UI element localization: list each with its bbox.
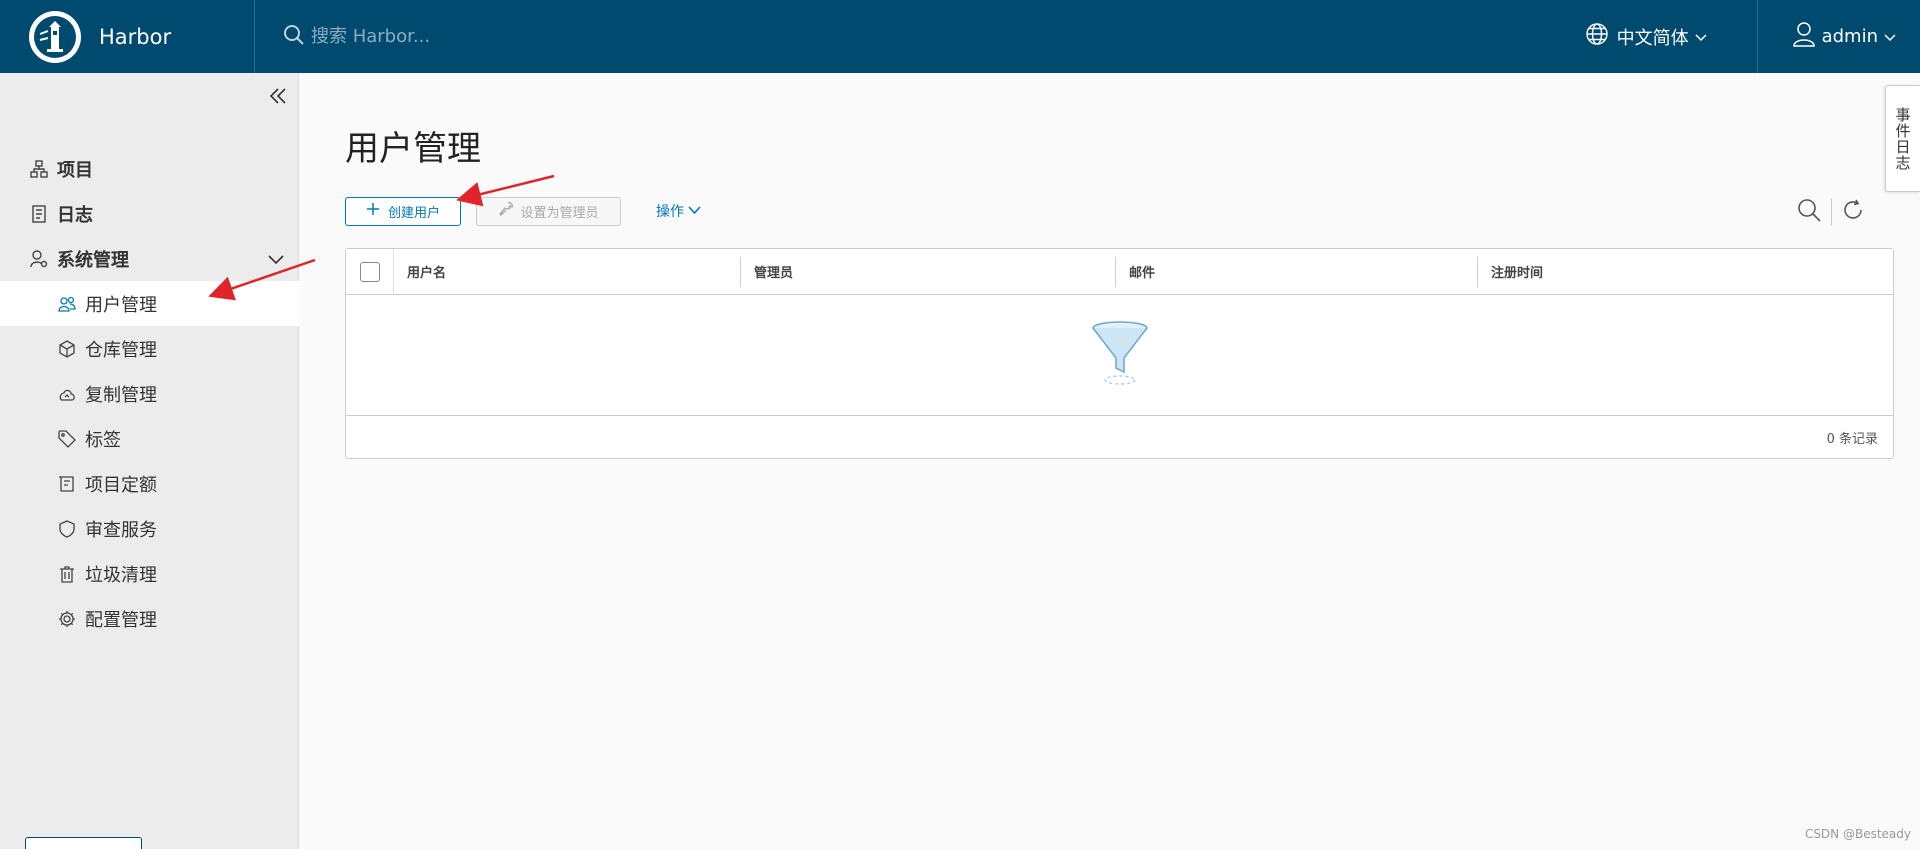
language-label: 中文简体 bbox=[1616, 27, 1689, 49]
sidebar-item-project-quotas[interactable]: 项目定额 bbox=[0, 461, 299, 506]
sidebar-item-label: 项目 bbox=[57, 159, 93, 181]
grid-tools bbox=[1797, 197, 1864, 227]
search-icon bbox=[283, 24, 305, 50]
toolbar: 创建用户 设置为管理员 操作 bbox=[345, 196, 701, 226]
language-selector[interactable]: 中文简体 bbox=[1585, 0, 1758, 73]
empty-funnel-icon bbox=[1090, 320, 1150, 390]
sidebar-item-label: 标签 bbox=[85, 429, 121, 451]
sidebar-item-configuration[interactable]: 配置管理 bbox=[0, 596, 299, 641]
actions-dropdown[interactable]: 操作 bbox=[656, 201, 701, 221]
chevron-down-icon bbox=[688, 203, 701, 219]
chevron-down-icon bbox=[1884, 26, 1896, 47]
sidebar-item-label: 垃圾清理 bbox=[85, 564, 157, 586]
chevron-down-icon bbox=[1695, 26, 1707, 47]
system-admin-icon bbox=[29, 249, 49, 269]
table-header: 用户名 管理员 邮件 注册时间 bbox=[346, 248, 1893, 295]
sidebar-item-label: 系统管理 bbox=[57, 249, 129, 271]
sidebar-item-interrogation-services[interactable]: 审查服务 bbox=[0, 506, 299, 551]
column-header-admin[interactable]: 管理员 bbox=[740, 249, 1115, 295]
api-explorer-button[interactable] bbox=[25, 837, 142, 849]
registry-icon bbox=[57, 339, 77, 359]
cloud-replication-icon bbox=[57, 384, 77, 404]
search-input[interactable] bbox=[311, 26, 711, 47]
select-all-cell bbox=[346, 248, 394, 295]
sidebar-item-label: 配置管理 bbox=[85, 609, 157, 631]
sidebar-item-garbage-collection[interactable]: 垃圾清理 bbox=[0, 551, 299, 596]
sidebar: 项目 日志 系统管理 用户管理 仓库管理 复制管理 标签 项目定额 审查服务 垃… bbox=[0, 73, 299, 849]
trash-icon bbox=[57, 564, 77, 584]
globe-icon bbox=[1585, 22, 1609, 51]
event-log-tab[interactable]: 事件日志 bbox=[1885, 85, 1920, 192]
column-header-username[interactable]: 用户名 bbox=[394, 249, 740, 295]
sidebar-item-system-admin[interactable]: 系统管理 bbox=[0, 236, 299, 281]
sidebar-item-label: 复制管理 bbox=[85, 384, 157, 406]
main-content: 用户管理 创建用户 设置为管理员 操作 用户名 管理员 邮件 注册时间 0 条记… bbox=[299, 73, 1920, 849]
sidebar-item-registry[interactable]: 仓库管理 bbox=[0, 326, 299, 371]
user-menu[interactable]: admin bbox=[1792, 21, 1920, 52]
select-all-checkbox[interactable] bbox=[359, 261, 380, 282]
sidebar-item-logs[interactable]: 日志 bbox=[0, 191, 299, 236]
sidebar-item-label: 仓库管理 bbox=[85, 339, 157, 361]
collapse-sidebar-icon[interactable] bbox=[268, 86, 288, 106]
column-header-email[interactable]: 邮件 bbox=[1115, 249, 1477, 295]
sidebar-item-label: 项目定额 bbox=[85, 474, 157, 496]
global-search[interactable] bbox=[283, 0, 1585, 73]
record-count: 0 条记录 bbox=[1826, 431, 1878, 447]
page-title: 用户管理 bbox=[345, 129, 481, 169]
gear-icon bbox=[57, 609, 77, 629]
wrench-icon bbox=[498, 201, 514, 221]
event-log-label: 事件日志 bbox=[1893, 106, 1912, 171]
sidebar-item-projects[interactable]: 项目 bbox=[0, 146, 299, 191]
sidebar-item-replication[interactable]: 复制管理 bbox=[0, 371, 299, 416]
project-icon bbox=[29, 159, 49, 179]
users-table: 用户名 管理员 邮件 注册时间 0 条记录 bbox=[345, 248, 1894, 459]
plus-icon bbox=[366, 202, 380, 220]
set-as-admin-label: 设置为管理员 bbox=[520, 205, 599, 221]
sidebar-item-label: 审查服务 bbox=[85, 519, 157, 541]
set-as-admin-button[interactable]: 设置为管理员 bbox=[476, 196, 621, 226]
create-user-label: 创建用户 bbox=[387, 205, 440, 221]
sidebar-item-labels[interactable]: 标签 bbox=[0, 416, 299, 461]
refresh-icon[interactable] bbox=[1842, 199, 1864, 225]
empty-placeholder bbox=[346, 295, 1893, 416]
brand-name: Harbor bbox=[99, 24, 172, 49]
shield-icon bbox=[57, 519, 77, 539]
users-icon bbox=[57, 294, 77, 314]
sidebar-nav: 项目 日志 系统管理 用户管理 仓库管理 复制管理 标签 项目定额 审查服务 垃… bbox=[0, 146, 299, 641]
search-icon[interactable] bbox=[1797, 198, 1821, 226]
chevron-down-icon[interactable] bbox=[268, 249, 284, 270]
divider bbox=[1831, 198, 1832, 226]
user-icon bbox=[1792, 21, 1816, 52]
table-footer: 0 条记录 bbox=[346, 416, 1893, 458]
username: admin bbox=[1821, 26, 1878, 47]
sidebar-item-label: 用户管理 bbox=[85, 294, 157, 316]
harbor-logo-icon bbox=[29, 10, 81, 63]
create-user-button[interactable]: 创建用户 bbox=[345, 196, 461, 226]
log-icon bbox=[29, 204, 49, 224]
top-header: Harbor 中文简体 admin bbox=[0, 0, 1920, 73]
sidebar-item-label: 日志 bbox=[57, 204, 93, 226]
actions-label: 操作 bbox=[656, 204, 684, 220]
brand[interactable]: Harbor bbox=[0, 0, 255, 73]
watermark: CSDN @Besteady bbox=[1804, 827, 1911, 841]
quota-icon bbox=[57, 474, 77, 494]
column-header-registration-time[interactable]: 注册时间 bbox=[1477, 249, 1893, 295]
sidebar-item-user-management[interactable]: 用户管理 bbox=[0, 281, 299, 326]
tag-icon bbox=[57, 429, 77, 449]
